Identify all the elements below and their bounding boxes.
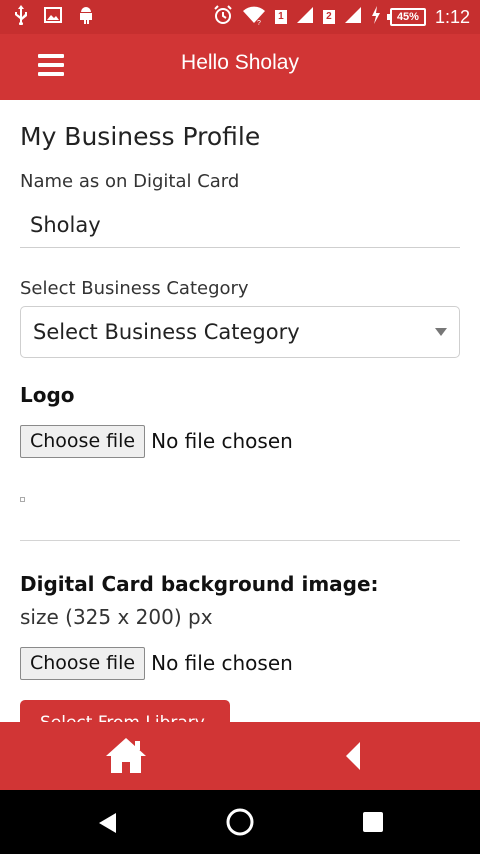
- logo-file-status: No file chosen: [151, 429, 293, 453]
- status-bar: ? 1 2 45% 1:12: [0, 0, 480, 34]
- name-input[interactable]: [20, 202, 460, 248]
- sim1-signal-icon: [296, 6, 314, 29]
- category-selected-value: Select Business Category: [33, 320, 300, 344]
- status-time: 1:12: [434, 6, 470, 27]
- section-divider: [20, 540, 460, 541]
- background-file-status: No file chosen: [151, 651, 293, 675]
- background-image-label: Digital Card background image:: [20, 572, 379, 596]
- sim2-badge: 2: [322, 10, 335, 24]
- svg-text:?: ?: [257, 20, 261, 25]
- wifi-icon: ?: [242, 5, 266, 30]
- caret-down-icon: [435, 328, 447, 336]
- logo-label: Logo: [20, 383, 75, 407]
- app-header: Hello Sholay: [0, 34, 480, 100]
- background-file-input: Choose file No file chosen: [20, 646, 293, 680]
- business-profile-form: My Business Profile Name as on Digital C…: [0, 100, 480, 722]
- image-icon: [44, 7, 62, 27]
- sim2-signal-icon: [344, 6, 362, 29]
- status-left-icons: [14, 5, 94, 29]
- background-size-hint: size (325 x 200) px: [20, 605, 213, 629]
- home-icon[interactable]: [104, 736, 148, 776]
- logo-choose-file-button[interactable]: Choose file: [20, 424, 146, 458]
- system-back-icon[interactable]: [96, 811, 118, 835]
- select-from-library-button[interactable]: Select From Library: [20, 700, 230, 722]
- sim1-badge: 1: [274, 10, 287, 24]
- usb-icon: [14, 5, 28, 29]
- logo-file-input: Choose file No file chosen: [20, 424, 293, 458]
- background-choose-file-button[interactable]: Choose file: [20, 646, 146, 680]
- business-category-select[interactable]: Select Business Category: [20, 306, 460, 358]
- system-home-icon[interactable]: [225, 807, 255, 837]
- android-icon: [78, 6, 94, 28]
- logo-preview-image-icon: [20, 497, 25, 502]
- battery-indicator: 45%: [386, 8, 426, 26]
- name-field-label: Name as on Digital Card: [20, 171, 240, 192]
- category-field-label: Select Business Category: [20, 278, 249, 299]
- back-arrow-icon[interactable]: [338, 738, 372, 774]
- alarm-icon: [213, 4, 233, 30]
- system-nav-bar: [0, 790, 480, 854]
- charging-icon: [371, 5, 381, 29]
- header-title: Hello Sholay: [181, 51, 299, 74]
- bottom-nav: [0, 722, 480, 790]
- hamburger-menu-icon[interactable]: [34, 52, 70, 82]
- page-title: My Business Profile: [20, 122, 261, 151]
- status-right-icons: ? 1 2 45% 1:12: [213, 4, 470, 30]
- system-recents-icon[interactable]: [362, 811, 384, 833]
